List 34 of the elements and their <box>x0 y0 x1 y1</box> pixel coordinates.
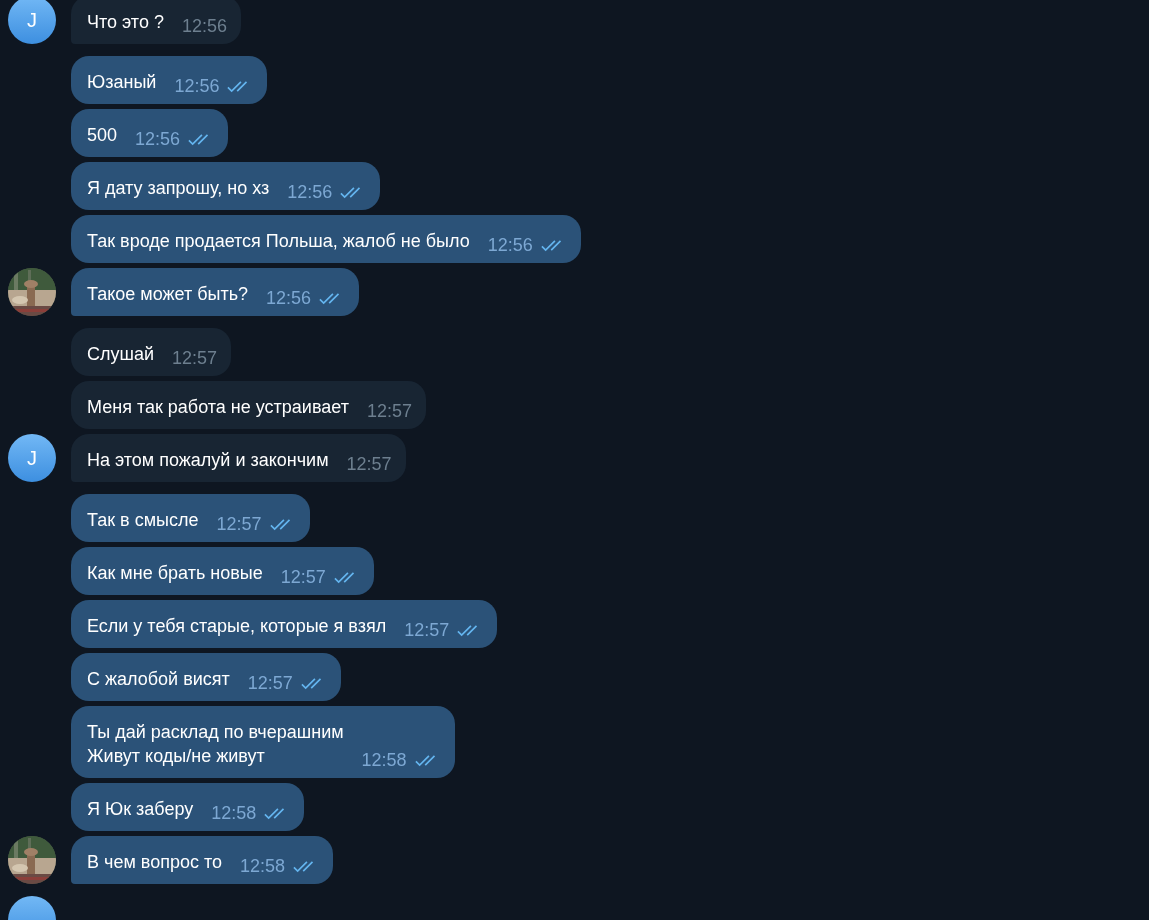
message-time: 12:57 <box>247 672 293 695</box>
message-text: Если у тебя старые, которые я взял <box>87 615 387 638</box>
message-text: Так в смысле <box>87 509 199 532</box>
message-text: Как мне брать новые <box>87 562 263 585</box>
message-text: На этом пожалуй и закончим <box>87 449 329 472</box>
message-time: 12:56 <box>174 75 220 98</box>
message-text: Слушай <box>87 343 154 366</box>
message-text: Я дату запрошу, но хз <box>87 177 270 200</box>
message-text: Так вроде продается Польша, жалоб не было <box>87 230 470 253</box>
message-time: 12:56 <box>181 15 227 38</box>
message-time: 12:57 <box>346 453 392 476</box>
message-time: 12:57 <box>404 619 450 642</box>
avatar[interactable]: J <box>8 0 56 44</box>
message-text: Что это ? <box>87 11 164 34</box>
message-text: Я Юк заберу <box>87 798 194 821</box>
message-text: 500 <box>87 124 118 147</box>
message-time: 12:57 <box>172 347 218 370</box>
message-text: Меня так работа не устраивает <box>87 396 349 419</box>
message-text: Ты дай расклад по вчерашним Живут коды/не живут <box>87 721 344 768</box>
message-time: 12:56 <box>487 234 533 257</box>
message-time: 12:58 <box>211 802 257 825</box>
message-time: 12:56 <box>266 287 312 310</box>
message-time: 12:57 <box>280 566 326 589</box>
message-text: Такое может быть? <box>87 283 249 306</box>
message-time: 12:57 <box>216 513 262 536</box>
message-time: 12:58 <box>239 855 285 878</box>
message-time: 12:56 <box>135 128 181 151</box>
message-text: В чем вопрос то <box>87 851 222 874</box>
message-time: 12:58 <box>361 749 407 772</box>
avatar[interactable]: J <box>8 434 56 482</box>
message-text: Юзаный <box>87 71 157 94</box>
message-time: 12:57 <box>366 400 412 423</box>
message-time: 12:56 <box>287 181 333 204</box>
message-text: С жалобой висят <box>87 668 230 691</box>
